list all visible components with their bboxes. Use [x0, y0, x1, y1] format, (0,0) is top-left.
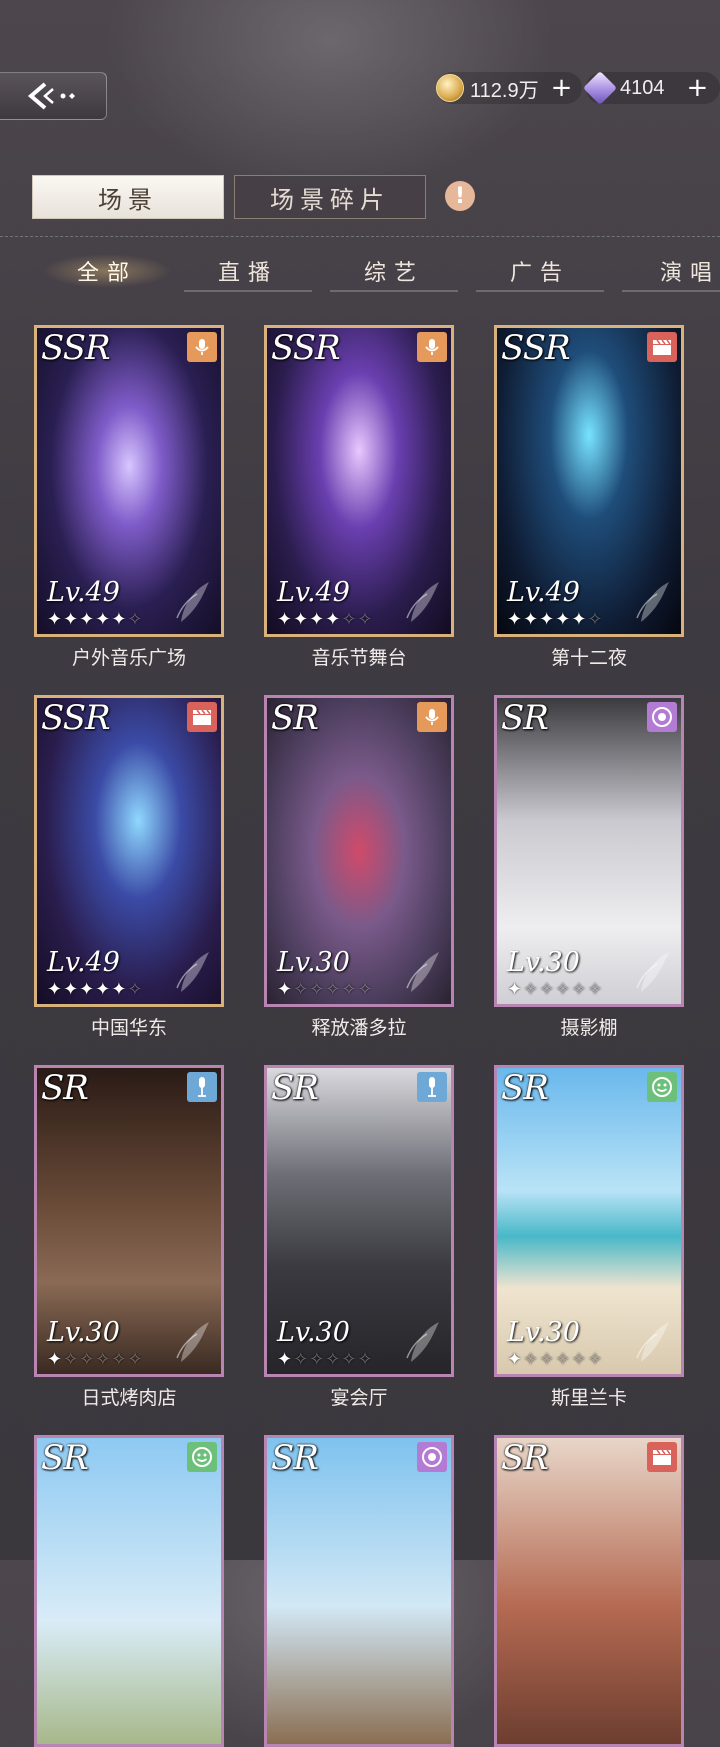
scene-name: 中国华东	[90, 1017, 167, 1039]
scene-card[interactable]: SSR Lv.49 ✦✦✦✦✧✧	[264, 325, 454, 637]
microphone-icon	[417, 332, 447, 362]
scene-name: 摄影棚	[560, 1017, 618, 1039]
coin-icon	[436, 74, 464, 102]
microphone-icon	[417, 702, 447, 732]
feather-emblem-icon	[403, 1318, 443, 1364]
feather-emblem-icon	[633, 948, 673, 994]
rarity-label: SSR	[41, 698, 111, 738]
tab-scene[interactable]: 场景	[32, 175, 224, 219]
rarity-label: SR	[41, 1068, 89, 1108]
feather-emblem-icon	[403, 948, 443, 994]
level-label: Lv.30	[47, 1317, 120, 1348]
scene-card[interactable]: SR Lv.30 ✦✧✧✧✧✧	[264, 1065, 454, 1377]
scene-name: 释放潘多拉	[311, 1017, 407, 1039]
star-rating: ✦✧✧✧✧✧	[47, 1349, 144, 1370]
star-rating: ✦✦✦✦✧✧	[277, 609, 374, 630]
feather-emblem-icon	[403, 578, 443, 624]
rarity-label: SR	[501, 1438, 549, 1478]
clapperboard-icon	[647, 332, 677, 362]
scene-card[interactable]: SSR Lv.49 ✦✦✦✦✦✧	[494, 325, 684, 637]
rarity-label: SR	[501, 1068, 549, 1108]
clapperboard-icon	[187, 702, 217, 732]
level-label: Lv.30	[277, 1317, 350, 1348]
scene-card[interactable]: SR	[34, 1435, 224, 1747]
level-label: Lv.49	[47, 577, 120, 608]
star-rating: ✦✦✦✦✦✧	[47, 979, 144, 1000]
back-arrow-icon	[27, 82, 75, 110]
smiley-icon	[187, 1442, 217, 1472]
scene-name: 日式烤肉店	[81, 1387, 177, 1409]
tab-scene-fragments[interactable]: 场景碎片	[234, 175, 426, 219]
scene-name: 音乐节舞台	[311, 647, 407, 669]
scene-card[interactable]: SSR Lv.49 ✦✦✦✦✦✧	[34, 325, 224, 637]
add-gold-button[interactable]: +	[551, 75, 573, 101]
gem-icon	[583, 71, 617, 105]
level-label: Lv.49	[277, 577, 350, 608]
rarity-label: SSR	[271, 328, 341, 368]
scene-artwork	[37, 1438, 221, 1744]
gold-currency: 112.9万 +	[436, 72, 583, 104]
scene-artwork	[267, 1438, 451, 1744]
scene-card[interactable]: SR	[264, 1435, 454, 1747]
rarity-label: SR	[271, 698, 319, 738]
category-all[interactable]: 全部	[42, 252, 172, 290]
scene-card[interactable]: SR Lv.30 ✦✧✧✧✧✧	[264, 695, 454, 1007]
clapperboard-icon	[647, 1442, 677, 1472]
feather-emblem-icon	[173, 578, 213, 624]
camera-lens-icon	[647, 702, 677, 732]
back-button[interactable]	[0, 72, 107, 120]
star-rating: ✦✦✦✦✦✧	[47, 609, 144, 630]
star-rating: ✦✧✧✧✧✧	[277, 979, 374, 1000]
rarity-label: SR	[41, 1438, 89, 1478]
gem-value: 4104	[620, 76, 665, 99]
microphone-icon	[187, 332, 217, 362]
rarity-label: SR	[271, 1438, 319, 1478]
gem-currency: 4104 +	[583, 71, 720, 105]
smiley-icon	[647, 1072, 677, 1102]
category-variety[interactable]: 综艺	[330, 252, 458, 292]
rarity-label: SR	[271, 1068, 319, 1108]
exclamation-icon[interactable]: !	[445, 181, 475, 211]
star-rating: ✦✧✧✧✧✧	[507, 1349, 604, 1370]
level-label: Lv.30	[507, 1317, 580, 1348]
level-label: Lv.49	[47, 947, 120, 978]
scene-name: 宴会厅	[330, 1387, 388, 1409]
rarity-label: SR	[501, 698, 549, 738]
star-rating: ✦✧✧✧✧✧	[277, 1349, 374, 1370]
microphone-stand-icon	[187, 1072, 217, 1102]
scene-name: 斯里兰卡	[550, 1387, 627, 1409]
level-label: Lv.30	[507, 947, 580, 978]
scene-artwork	[497, 1438, 681, 1744]
feather-emblem-icon	[173, 1318, 213, 1364]
scene-card[interactable]: SR Lv.30 ✦✧✧✧✧✧	[34, 1065, 224, 1377]
scene-card[interactable]: SR Lv.30 ✦✧✧✧✧✧	[494, 1065, 684, 1377]
divider	[0, 236, 720, 237]
scene-name: 户外音乐广场	[71, 647, 186, 669]
star-rating: ✦✦✦✦✦✧	[507, 609, 604, 630]
category-ads[interactable]: 广告	[476, 252, 604, 292]
category-live[interactable]: 直播	[184, 252, 312, 292]
scene-card[interactable]: SR	[494, 1435, 684, 1747]
feather-emblem-icon	[633, 578, 673, 624]
scene-card[interactable]: SSR Lv.49 ✦✦✦✦✦✧	[34, 695, 224, 1007]
level-label: Lv.30	[277, 947, 350, 978]
star-rating: ✦✧✧✧✧✧	[507, 979, 604, 1000]
add-gem-button[interactable]: +	[687, 75, 709, 101]
level-label: Lv.49	[507, 577, 580, 608]
gold-value: 112.9万	[470, 79, 539, 102]
rarity-label: SSR	[501, 328, 571, 368]
camera-lens-icon	[417, 1442, 447, 1472]
microphone-stand-icon	[417, 1072, 447, 1102]
feather-emblem-icon	[173, 948, 213, 994]
rarity-label: SSR	[41, 328, 111, 368]
scene-name: 第十二夜	[550, 647, 627, 669]
category-concert[interactable]: 演唱	[622, 252, 720, 292]
scene-card[interactable]: SR Lv.30 ✦✧✧✧✧✧	[494, 695, 684, 1007]
feather-emblem-icon	[633, 1318, 673, 1364]
